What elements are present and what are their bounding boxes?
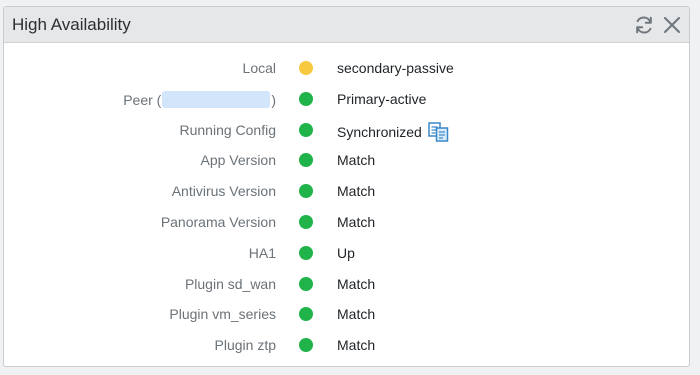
ha-row-running-config: Running Config Synchronized — [4, 119, 689, 150]
ha-row-antivirus-version: Antivirus Version Match — [4, 180, 689, 211]
ha-row-plugin-vm-series: Plugin vm_series Match — [4, 303, 689, 334]
status-dot-icon — [299, 276, 313, 291]
ha-row-label: Running Config — [179, 121, 276, 138]
ha-row-value: Primary-active — [337, 90, 427, 107]
ha-row-app-version: App Version Match — [4, 149, 689, 180]
ha-row-label: Plugin ztp — [214, 337, 276, 354]
ha-row-value: Up — [337, 244, 355, 261]
ha-row-plugin-sd-wan: Plugin sd_wan Match — [4, 273, 689, 304]
compare-config-icon[interactable] — [428, 121, 449, 142]
status-dot-icon — [299, 122, 313, 137]
ha-row-value-wrap: Synchronized — [337, 121, 449, 142]
status-dot-icon — [299, 245, 313, 260]
ha-row-local: Local secondary-passive — [4, 57, 689, 88]
ha-row-value: Match — [337, 306, 376, 323]
ha-row-value: Match — [337, 275, 376, 292]
ha-row-label: Plugin vm_series — [169, 306, 276, 323]
ha-row-label: App Version — [200, 152, 277, 169]
high-availability-widget: High Availability Local secondary-passiv… — [3, 6, 690, 367]
status-dot-icon — [299, 153, 313, 168]
ha-status-list: Local secondary-passive Peer () Primary-… — [4, 57, 689, 365]
ha-row-plugin-ztp: Plugin ztp Match — [4, 334, 689, 365]
close-icon[interactable] — [661, 14, 683, 36]
redacted-peer-address — [162, 90, 271, 108]
peer-label-suffix: ) — [271, 91, 276, 108]
status-dot-icon — [299, 307, 313, 322]
status-dot-icon — [299, 338, 313, 353]
ha-row-label: Peer () — [123, 90, 276, 108]
ha-row-value: Match — [337, 337, 376, 354]
status-dot-icon — [299, 91, 313, 106]
status-dot-icon — [299, 214, 313, 229]
refresh-icon[interactable] — [633, 14, 655, 36]
widget-header: High Availability — [4, 7, 689, 43]
status-dot-icon — [299, 61, 313, 75]
ha-row-label: Panorama Version — [160, 213, 276, 230]
ha-row-label: Local — [242, 60, 276, 76]
peer-label-prefix: Peer ( — [123, 91, 162, 108]
ha-row-label: Antivirus Version — [171, 183, 276, 200]
ha-row-label: HA1 — [248, 244, 276, 261]
widget-title: High Availability — [12, 15, 131, 34]
ha-row-label: Plugin sd_wan — [184, 275, 276, 292]
ha-row-value: Match — [337, 152, 376, 169]
ha-row-panorama-version: Panorama Version Match — [4, 211, 689, 242]
ha-row-value: Match — [337, 183, 376, 200]
ha-row-peer: Peer () Primary-active — [4, 88, 689, 119]
ha-row-value: Synchronized — [337, 123, 422, 140]
status-dot-icon — [299, 184, 313, 199]
ha-row-value: Match — [337, 213, 376, 230]
ha-row-ha1: HA1 Up — [4, 242, 689, 273]
ha-row-value: secondary-passive — [337, 60, 454, 76]
